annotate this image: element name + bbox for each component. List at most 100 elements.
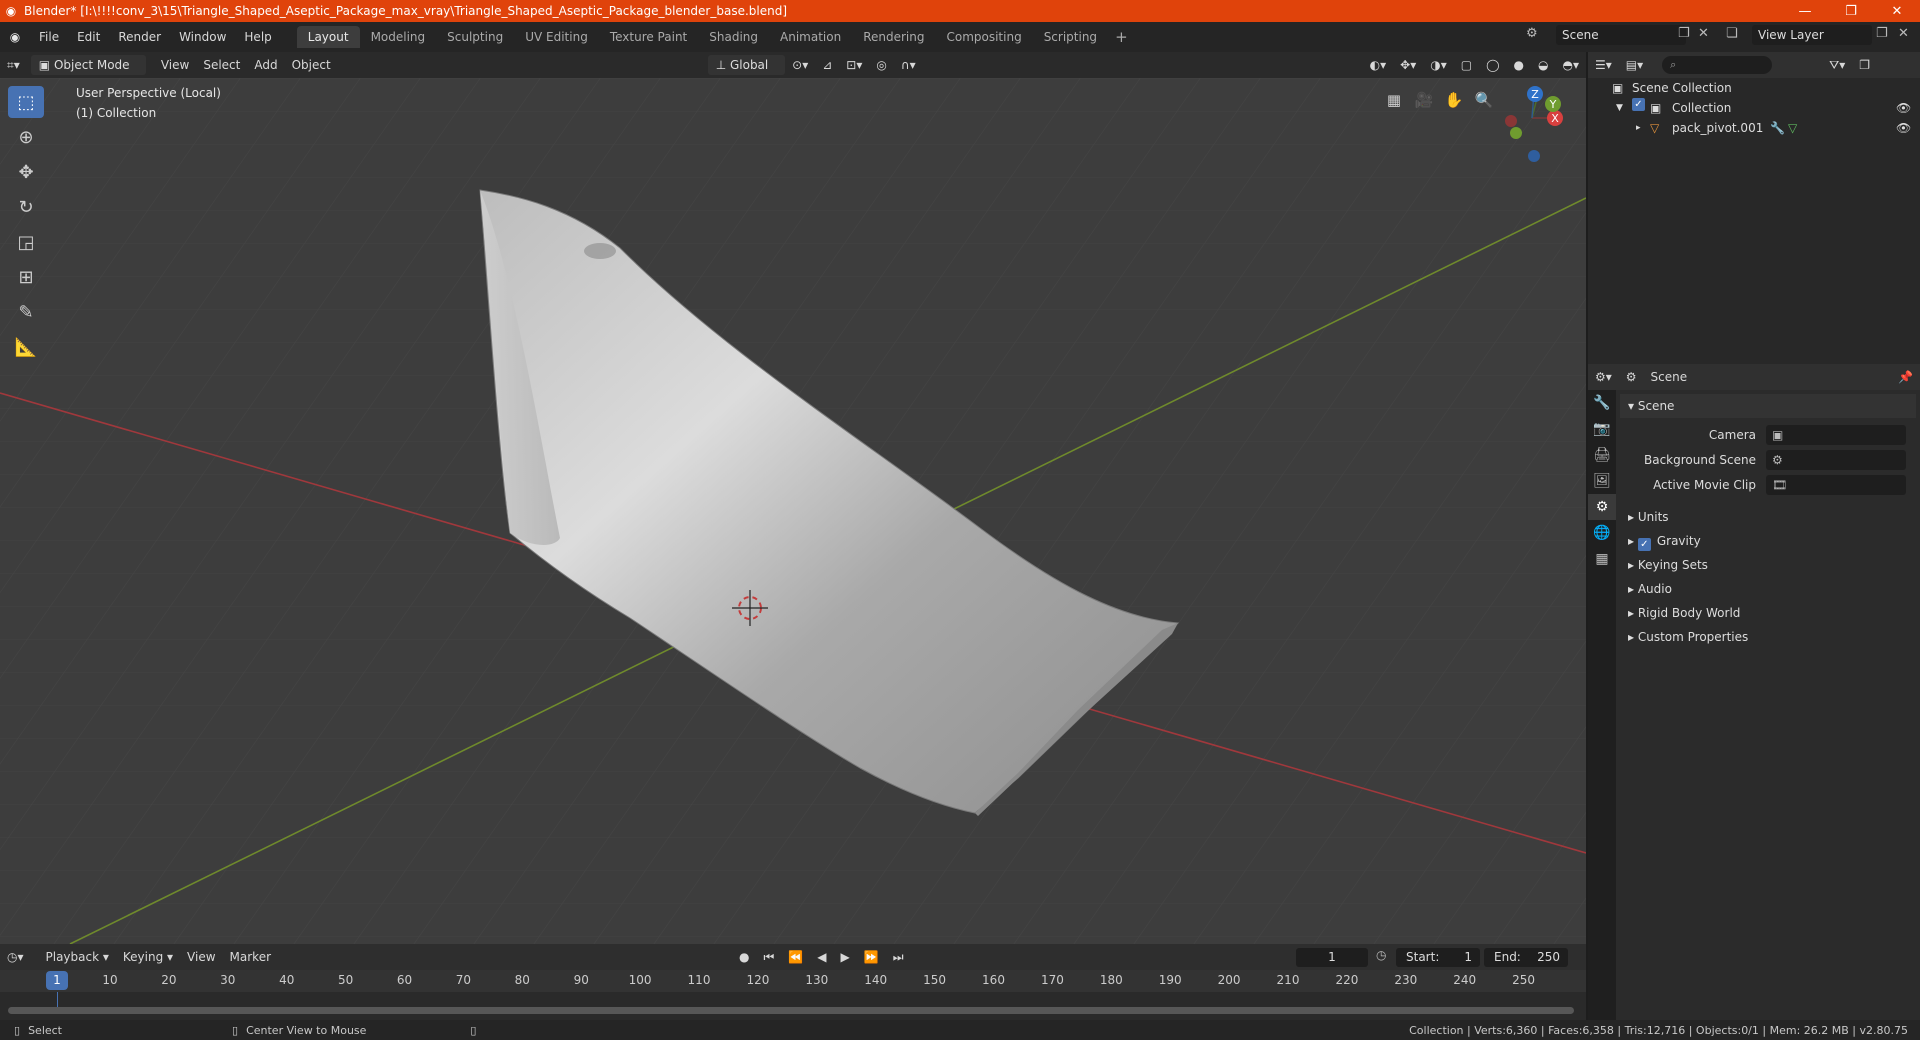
jump-keyframe-forward-button[interactable]: ⏩	[857, 947, 886, 967]
add-workspace-button[interactable]: +	[1108, 28, 1135, 46]
rendered-shading-icon[interactable]: ◓▾	[1556, 55, 1587, 75]
3d-viewport[interactable]: Z X Y ⬚ ⊕ ✥ ↻ ◲ ⊞ ✎ 📐 User Perspective (…	[0, 78, 1586, 944]
snap-target-icon[interactable]: ⊡▾	[839, 55, 869, 75]
menu-file[interactable]: File	[30, 30, 68, 44]
visibility-icon[interactable]: ◐▾	[1363, 55, 1394, 75]
new-collection-icon[interactable]: ❐	[1852, 55, 1877, 75]
gravity-panel[interactable]: ▸ ✓ Gravity	[1620, 529, 1916, 553]
menu-add[interactable]: Add	[247, 55, 284, 75]
tab-uv-editing[interactable]: UV Editing	[514, 26, 599, 48]
delete-view-layer-icon[interactable]: ✕	[1898, 26, 1909, 41]
minimize-button[interactable]: —	[1782, 4, 1828, 19]
snap-icon[interactable]: ⊿	[815, 55, 839, 75]
gravity-checkbox[interactable]: ✓	[1637, 538, 1651, 551]
material-shading-icon[interactable]: ◒	[1531, 55, 1555, 75]
xray-icon[interactable]: ▢	[1454, 55, 1479, 75]
mode-selector[interactable]: ▣ Object Mode ▾	[30, 55, 146, 92]
camera-view-icon[interactable]: 🎥	[1412, 88, 1436, 112]
object-visibility-icon[interactable]: 👁	[1896, 118, 1911, 138]
measure-tool[interactable]: 📐	[8, 331, 44, 363]
transform-tool[interactable]: ⊞	[8, 261, 44, 293]
tool-tab-icon[interactable]: 🔧	[1588, 390, 1616, 416]
tab-animation[interactable]: Animation	[769, 26, 852, 48]
select-box-tool[interactable]: ⬚	[8, 86, 44, 118]
outliner-search-input[interactable]: ⌕	[1662, 56, 1773, 74]
maximize-button[interactable]: ❐	[1828, 4, 1874, 19]
collection-expand-icon[interactable]: ▼	[1616, 98, 1623, 118]
units-panel[interactable]: ▸ Units	[1620, 505, 1916, 529]
view-layer-tab-icon[interactable]: 🖼	[1588, 468, 1616, 494]
gizmo-icon[interactable]: ✥▾	[1393, 55, 1423, 75]
mesh-data-icon[interactable]: ▽	[1788, 118, 1797, 138]
view-layer-selector[interactable]: View Layer	[1752, 25, 1872, 45]
filter-icon[interactable]: ⛛▾	[1822, 55, 1852, 75]
jump-start-button[interactable]: ⏮	[757, 947, 782, 967]
render-tab-icon[interactable]: 📷	[1588, 416, 1616, 442]
object-expand-icon[interactable]: ▸	[1636, 118, 1641, 138]
menu-window[interactable]: Window	[170, 30, 235, 44]
menu-timeline-view[interactable]: View	[180, 947, 222, 967]
new-view-layer-icon[interactable]: ❐	[1876, 26, 1888, 41]
proportional-editing-icon[interactable]: ◎	[869, 55, 893, 75]
overlay-icon[interactable]: ◑▾	[1423, 55, 1454, 75]
current-frame-indicator[interactable]: 1	[46, 971, 68, 990]
timeline-scrollbar[interactable]	[8, 1007, 1574, 1014]
falloff-icon[interactable]: ∩▾	[894, 55, 923, 75]
pin-icon[interactable]: 📌	[1891, 367, 1920, 387]
tab-texture-paint[interactable]: Texture Paint	[599, 26, 698, 48]
scene-selector[interactable]: Scene	[1556, 25, 1686, 45]
pan-hand-icon[interactable]: ✋	[1442, 88, 1466, 112]
close-button[interactable]: ✕	[1874, 4, 1920, 19]
cursor-tool[interactable]: ⊕	[8, 121, 44, 153]
start-frame-field[interactable]: Start: 1	[1396, 948, 1480, 967]
record-button[interactable]: ●	[732, 947, 756, 967]
custom-properties-panel[interactable]: ▸ Custom Properties	[1620, 625, 1916, 649]
active-movie-clip-field[interactable]: 🎞	[1766, 474, 1906, 495]
properties-editor-type-icon[interactable]: ⚙▾	[1588, 367, 1619, 387]
menu-select[interactable]: Select	[196, 55, 247, 75]
zoom-icon[interactable]: 🔍	[1472, 88, 1496, 112]
tab-modeling[interactable]: Modeling	[360, 26, 437, 48]
menu-object[interactable]: Object	[285, 55, 338, 75]
view-layer-icon[interactable]: ❏	[1726, 26, 1738, 41]
world-tab-icon[interactable]: 🌐	[1588, 520, 1616, 546]
output-tab-icon[interactable]: 🖨	[1588, 442, 1616, 468]
menu-help[interactable]: Help	[235, 30, 280, 44]
outliner-row-collection[interactable]: ▼ ✓ ▣ Collection 👁	[1588, 98, 1920, 118]
pivot-point-icon[interactable]: ⊙▾	[785, 55, 815, 75]
collection-checkbox[interactable]: ✓	[1632, 98, 1645, 111]
outliner-editor-type-icon[interactable]: ☰▾	[1588, 55, 1619, 75]
scale-tool[interactable]: ◲	[8, 226, 44, 258]
wireframe-shading-icon[interactable]: ◯	[1479, 55, 1506, 75]
frame-clock-icon[interactable]: ◷	[1376, 948, 1386, 962]
jump-end-button[interactable]: ⏭	[886, 947, 911, 967]
new-scene-icon[interactable]: ❐	[1678, 26, 1690, 41]
menu-marker[interactable]: Marker	[223, 947, 278, 967]
toggle-perspective-icon[interactable]: ▦	[1382, 88, 1406, 112]
collection-visibility-icon[interactable]: 👁	[1896, 98, 1911, 118]
rotate-tool[interactable]: ↻	[8, 191, 44, 223]
outliner-row-scene-collection[interactable]: ▣ Scene Collection	[1588, 78, 1920, 98]
keying-sets-panel[interactable]: ▸ Keying Sets	[1620, 553, 1916, 577]
delete-scene-icon[interactable]: ✕	[1698, 26, 1709, 41]
jump-keyframe-back-button[interactable]: ⏪	[781, 947, 810, 967]
camera-field[interactable]: ▣	[1766, 424, 1906, 445]
annotate-tool[interactable]: ✎	[8, 296, 44, 328]
menu-edit[interactable]: Edit	[68, 30, 109, 44]
play-reverse-button[interactable]: ◀	[810, 947, 833, 967]
menu-keying[interactable]: Keying ▾	[116, 947, 180, 967]
background-scene-field[interactable]: ⚙	[1766, 449, 1906, 470]
tab-sculpting[interactable]: Sculpting	[436, 26, 514, 48]
move-tool[interactable]: ✥	[8, 156, 44, 188]
modifier-wrench-icon[interactable]: 🔧	[1770, 118, 1785, 138]
blender-menu-icon[interactable]: ◉	[0, 30, 30, 44]
menu-render[interactable]: Render	[109, 30, 170, 44]
tab-scripting[interactable]: Scripting	[1033, 26, 1108, 48]
menu-view[interactable]: View	[154, 55, 196, 75]
tab-rendering[interactable]: Rendering	[852, 26, 935, 48]
end-frame-field[interactable]: End: 250	[1484, 948, 1568, 967]
timeline-editor-type-icon[interactable]: ◷▾	[0, 947, 31, 967]
frame-ruler[interactable]: 1 10 20 30 40 50 60 70 80 90 100 110 120 130 140 150 16…	[0, 970, 1586, 992]
editor-type-icon[interactable]: ⌗▾	[0, 55, 27, 75]
rigid-body-world-panel[interactable]: ▸ Rigid Body World	[1620, 601, 1916, 625]
